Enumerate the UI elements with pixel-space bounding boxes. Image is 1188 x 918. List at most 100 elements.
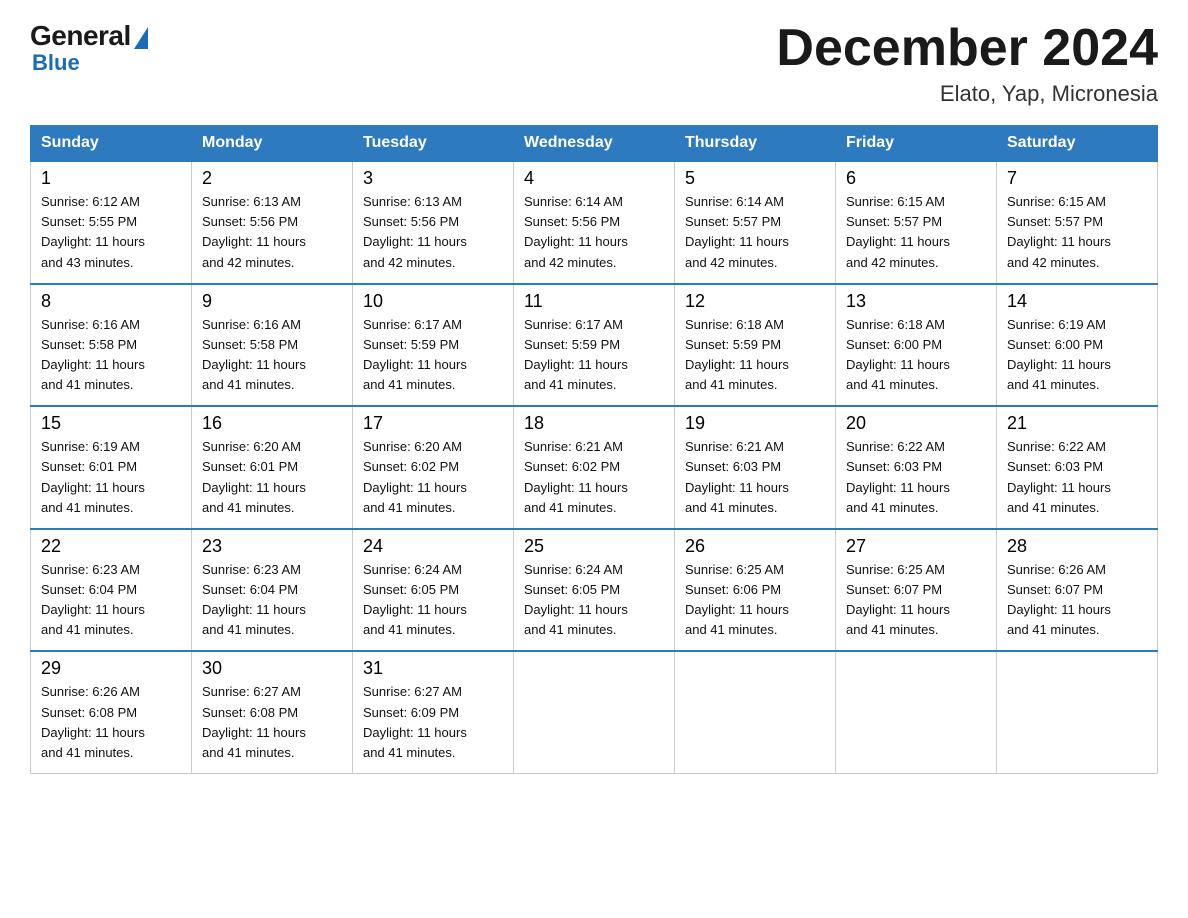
day-info: Sunrise: 6:21 AM Sunset: 6:03 PM Dayligh… [685,437,825,518]
calendar-week-row: 15 Sunrise: 6:19 AM Sunset: 6:01 PM Dayli… [31,406,1158,529]
day-info: Sunrise: 6:13 AM Sunset: 5:56 PM Dayligh… [363,192,503,273]
calendar-cell: 31 Sunrise: 6:27 AM Sunset: 6:09 PM Dayli… [353,651,514,773]
day-number: 7 [1007,168,1147,189]
location: Elato, Yap, Micronesia [776,81,1158,107]
column-header-friday: Friday [836,126,997,162]
column-header-sunday: Sunday [31,126,192,162]
day-number: 30 [202,658,342,679]
day-number: 27 [846,536,986,557]
calendar-cell: 9Sunrise: 6:16 AM Sunset: 5:58 PM Daylig… [192,284,353,407]
calendar-week-row: 1 Sunrise: 6:12 AM Sunset: 5:55 PM Daylig… [31,161,1158,284]
day-number: 10 [363,291,503,312]
calendar-cell: 13 Sunrise: 6:18 AM Sunset: 6:00 PM Dayli… [836,284,997,407]
day-info: Sunrise: 6:12 AM Sunset: 5:55 PM Dayligh… [41,192,181,273]
day-number: 28 [1007,536,1147,557]
day-number: 26 [685,536,825,557]
day-info: Sunrise: 6:13 AM Sunset: 5:56 PM Dayligh… [202,192,342,273]
calendar-table: SundayMondayTuesdayWednesdayThursdayFrid… [30,125,1158,774]
day-number: 16 [202,413,342,434]
calendar-cell: 25Sunrise: 6:24 AM Sunset: 6:05 PM Dayli… [514,529,675,652]
column-header-tuesday: Tuesday [353,126,514,162]
day-number: 3 [363,168,503,189]
day-number: 24 [363,536,503,557]
day-number: 29 [41,658,181,679]
day-info: Sunrise: 6:25 AM Sunset: 6:07 PM Dayligh… [846,560,986,641]
page-header: General Blue December 2024 Elato, Yap, M… [30,20,1158,107]
logo-general-text: General [30,20,131,52]
day-number: 9 [202,291,342,312]
day-number: 23 [202,536,342,557]
column-header-thursday: Thursday [675,126,836,162]
day-number: 13 [846,291,986,312]
calendar-cell: 11 Sunrise: 6:17 AM Sunset: 5:59 PM Dayli… [514,284,675,407]
column-header-saturday: Saturday [997,126,1158,162]
day-number: 31 [363,658,503,679]
day-info: Sunrise: 6:24 AM Sunset: 6:05 PM Dayligh… [363,560,503,641]
day-info: Sunrise: 6:18 AM Sunset: 6:00 PM Dayligh… [846,315,986,396]
day-info: Sunrise: 6:17 AM Sunset: 5:59 PM Dayligh… [363,315,503,396]
calendar-cell [675,651,836,773]
day-info: Sunrise: 6:23 AM Sunset: 6:04 PM Dayligh… [41,560,181,641]
calendar-cell: 10 Sunrise: 6:17 AM Sunset: 5:59 PM Dayli… [353,284,514,407]
column-header-wednesday: Wednesday [514,126,675,162]
calendar-cell: 18 Sunrise: 6:21 AM Sunset: 6:02 PM Dayli… [514,406,675,529]
day-info: Sunrise: 6:22 AM Sunset: 6:03 PM Dayligh… [1007,437,1147,518]
day-info: Sunrise: 6:25 AM Sunset: 6:06 PM Dayligh… [685,560,825,641]
day-number: 17 [363,413,503,434]
day-number: 19 [685,413,825,434]
day-number: 1 [41,168,181,189]
day-number: 6 [846,168,986,189]
day-info: Sunrise: 6:26 AM Sunset: 6:07 PM Dayligh… [1007,560,1147,641]
calendar-cell: 26 Sunrise: 6:25 AM Sunset: 6:06 PM Dayli… [675,529,836,652]
calendar-cell [836,651,997,773]
calendar-cell: 8Sunrise: 6:16 AM Sunset: 5:58 PM Daylig… [31,284,192,407]
calendar-cell [997,651,1158,773]
calendar-cell: 12Sunrise: 6:18 AM Sunset: 5:59 PM Dayli… [675,284,836,407]
calendar-week-row: 29 Sunrise: 6:26 AM Sunset: 6:08 PM Dayli… [31,651,1158,773]
logo-triangle-icon [134,27,148,49]
calendar-cell: 19 Sunrise: 6:21 AM Sunset: 6:03 PM Dayli… [675,406,836,529]
day-number: 4 [524,168,664,189]
day-number: 2 [202,168,342,189]
month-title: December 2024 [776,20,1158,77]
day-info: Sunrise: 6:19 AM Sunset: 6:01 PM Dayligh… [41,437,181,518]
day-info: Sunrise: 6:14 AM Sunset: 5:56 PM Dayligh… [524,192,664,273]
day-number: 20 [846,413,986,434]
calendar-cell: 27 Sunrise: 6:25 AM Sunset: 6:07 PM Dayli… [836,529,997,652]
day-info: Sunrise: 6:16 AM Sunset: 5:58 PM Dayligh… [41,315,181,396]
day-info: Sunrise: 6:27 AM Sunset: 6:08 PM Dayligh… [202,682,342,763]
column-header-monday: Monday [192,126,353,162]
day-number: 5 [685,168,825,189]
day-number: 15 [41,413,181,434]
day-info: Sunrise: 6:24 AM Sunset: 6:05 PM Dayligh… [524,560,664,641]
day-number: 22 [41,536,181,557]
day-number: 18 [524,413,664,434]
calendar-cell: 22 Sunrise: 6:23 AM Sunset: 6:04 PM Dayli… [31,529,192,652]
calendar-cell: 15 Sunrise: 6:19 AM Sunset: 6:01 PM Dayli… [31,406,192,529]
calendar-cell: 4 Sunrise: 6:14 AM Sunset: 5:56 PM Daylig… [514,161,675,284]
day-info: Sunrise: 6:19 AM Sunset: 6:00 PM Dayligh… [1007,315,1147,396]
day-info: Sunrise: 6:20 AM Sunset: 6:02 PM Dayligh… [363,437,503,518]
day-number: 21 [1007,413,1147,434]
day-info: Sunrise: 6:26 AM Sunset: 6:08 PM Dayligh… [41,682,181,763]
day-info: Sunrise: 6:14 AM Sunset: 5:57 PM Dayligh… [685,192,825,273]
day-number: 11 [524,291,664,312]
day-info: Sunrise: 6:23 AM Sunset: 6:04 PM Dayligh… [202,560,342,641]
calendar-cell: 5 Sunrise: 6:14 AM Sunset: 5:57 PM Daylig… [675,161,836,284]
calendar-cell: 17 Sunrise: 6:20 AM Sunset: 6:02 PM Dayli… [353,406,514,529]
day-info: Sunrise: 6:20 AM Sunset: 6:01 PM Dayligh… [202,437,342,518]
calendar-cell: 3 Sunrise: 6:13 AM Sunset: 5:56 PM Daylig… [353,161,514,284]
day-info: Sunrise: 6:15 AM Sunset: 5:57 PM Dayligh… [1007,192,1147,273]
day-info: Sunrise: 6:15 AM Sunset: 5:57 PM Dayligh… [846,192,986,273]
calendar-cell: 16 Sunrise: 6:20 AM Sunset: 6:01 PM Dayli… [192,406,353,529]
day-info: Sunrise: 6:27 AM Sunset: 6:09 PM Dayligh… [363,682,503,763]
day-info: Sunrise: 6:21 AM Sunset: 6:02 PM Dayligh… [524,437,664,518]
day-info: Sunrise: 6:18 AM Sunset: 5:59 PM Dayligh… [685,315,825,396]
calendar-week-row: 8Sunrise: 6:16 AM Sunset: 5:58 PM Daylig… [31,284,1158,407]
calendar-cell: 20Sunrise: 6:22 AM Sunset: 6:03 PM Dayli… [836,406,997,529]
calendar-cell: 2 Sunrise: 6:13 AM Sunset: 5:56 PM Daylig… [192,161,353,284]
calendar-cell [514,651,675,773]
calendar-header-row: SundayMondayTuesdayWednesdayThursdayFrid… [31,126,1158,162]
day-info: Sunrise: 6:17 AM Sunset: 5:59 PM Dayligh… [524,315,664,396]
calendar-cell: 29 Sunrise: 6:26 AM Sunset: 6:08 PM Dayli… [31,651,192,773]
